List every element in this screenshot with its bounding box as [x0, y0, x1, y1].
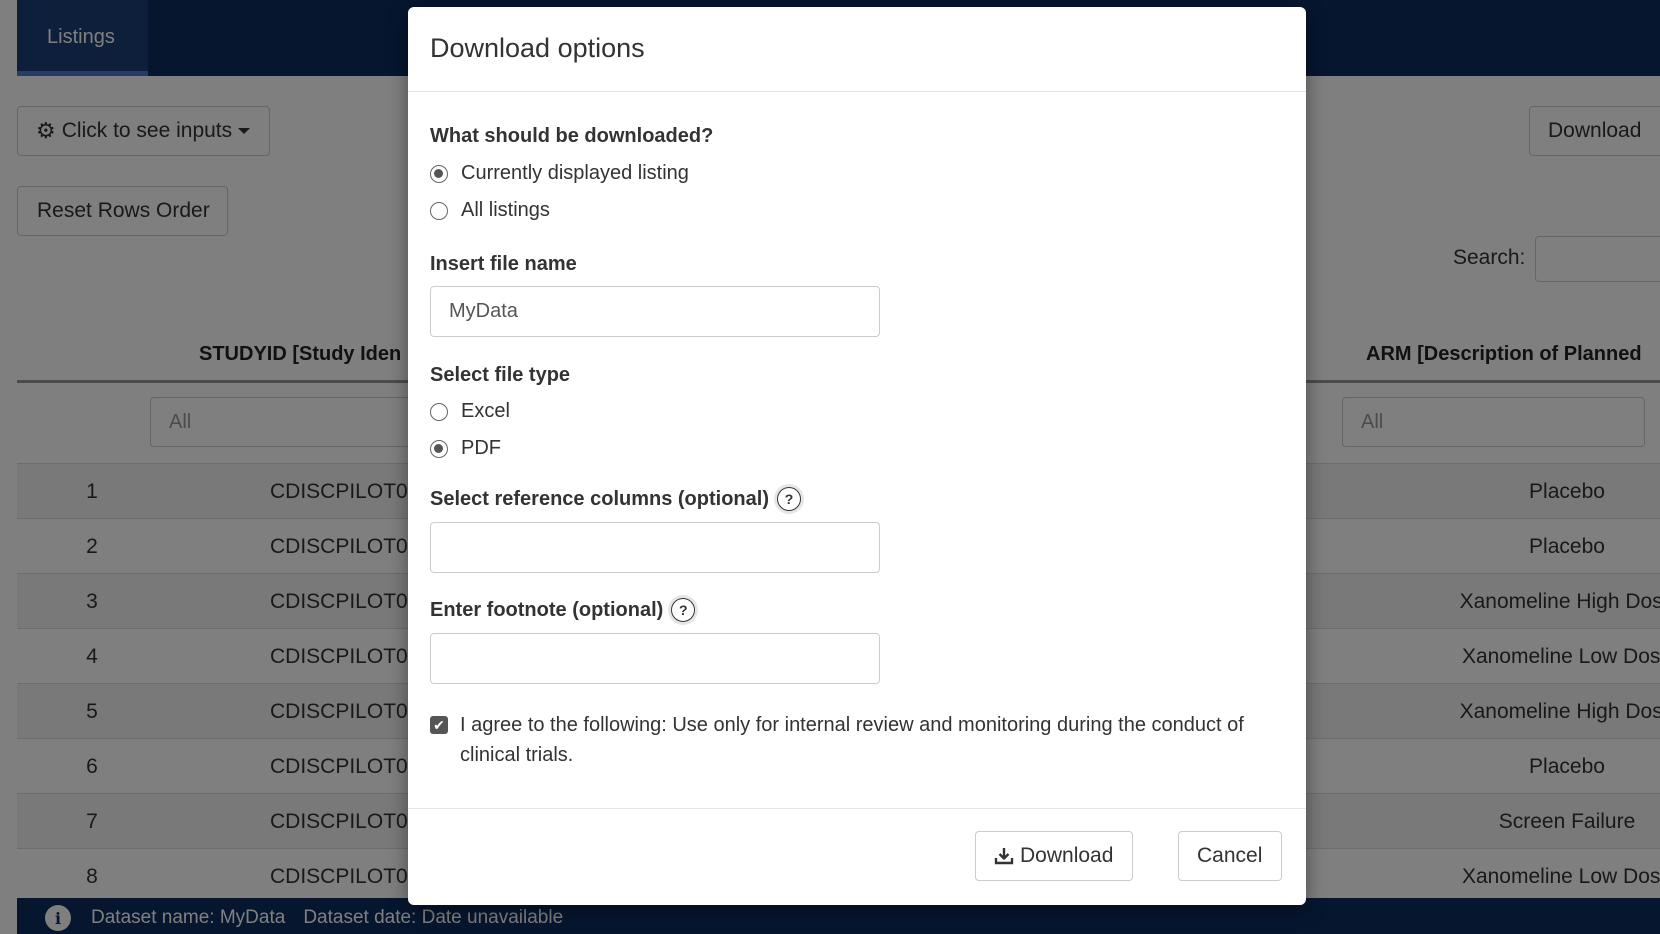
modal-title: Download options [430, 33, 645, 63]
file-name-label: Insert file name [430, 253, 577, 275]
question-circle-icon[interactable]: ? [776, 487, 801, 511]
radio-button[interactable] [430, 439, 448, 458]
modal-footer: Download Cancel [408, 808, 1306, 905]
modal-header: Download options [408, 7, 1306, 92]
cancel-button[interactable]: Cancel [1178, 831, 1282, 881]
radio-button[interactable] [430, 402, 448, 421]
radio-currently-displayed[interactable]: Currently displayed listing [430, 162, 689, 185]
radio-label: Currently displayed listing [461, 162, 689, 184]
reference-columns-label-text: Select reference columns (optional) [430, 487, 769, 510]
file-type-label: Select file type [430, 364, 571, 386]
radio-excel[interactable]: Excel [430, 400, 510, 423]
check-icon: ✔ [433, 717, 445, 733]
agree-checkbox-row[interactable]: ✔ I agree to the following: Use only for… [430, 710, 1280, 770]
download-button-label: Download [1020, 844, 1114, 867]
radio-label: PDF [461, 437, 501, 459]
file-name-input[interactable]: MyData [430, 286, 880, 337]
radio-button[interactable] [430, 164, 448, 183]
download-options-modal: Download options What should be download… [408, 7, 1306, 905]
radio-label: All listings [461, 199, 550, 221]
agree-text: I agree to the following: Use only for i… [460, 714, 1244, 766]
reference-columns-input[interactable] [430, 522, 880, 573]
footnote-input[interactable] [430, 633, 880, 684]
radio-label: Excel [461, 400, 510, 422]
radio-pdf[interactable]: PDF [430, 437, 501, 460]
footnote-label: Enter footnote (optional) ? [430, 598, 696, 622]
agree-checkbox[interactable]: ✔ [430, 716, 448, 734]
footnote-label-text: Enter footnote (optional) [430, 598, 664, 621]
download-scope-label: What should be downloaded? [430, 125, 714, 147]
reference-columns-label: Select reference columns (optional) ? [430, 487, 801, 511]
radio-all-listings[interactable]: All listings [430, 199, 550, 222]
download-icon [994, 846, 1014, 866]
modal-download-button[interactable]: Download [975, 831, 1133, 881]
question-circle-icon[interactable]: ? [671, 598, 696, 622]
radio-button[interactable] [430, 201, 448, 220]
